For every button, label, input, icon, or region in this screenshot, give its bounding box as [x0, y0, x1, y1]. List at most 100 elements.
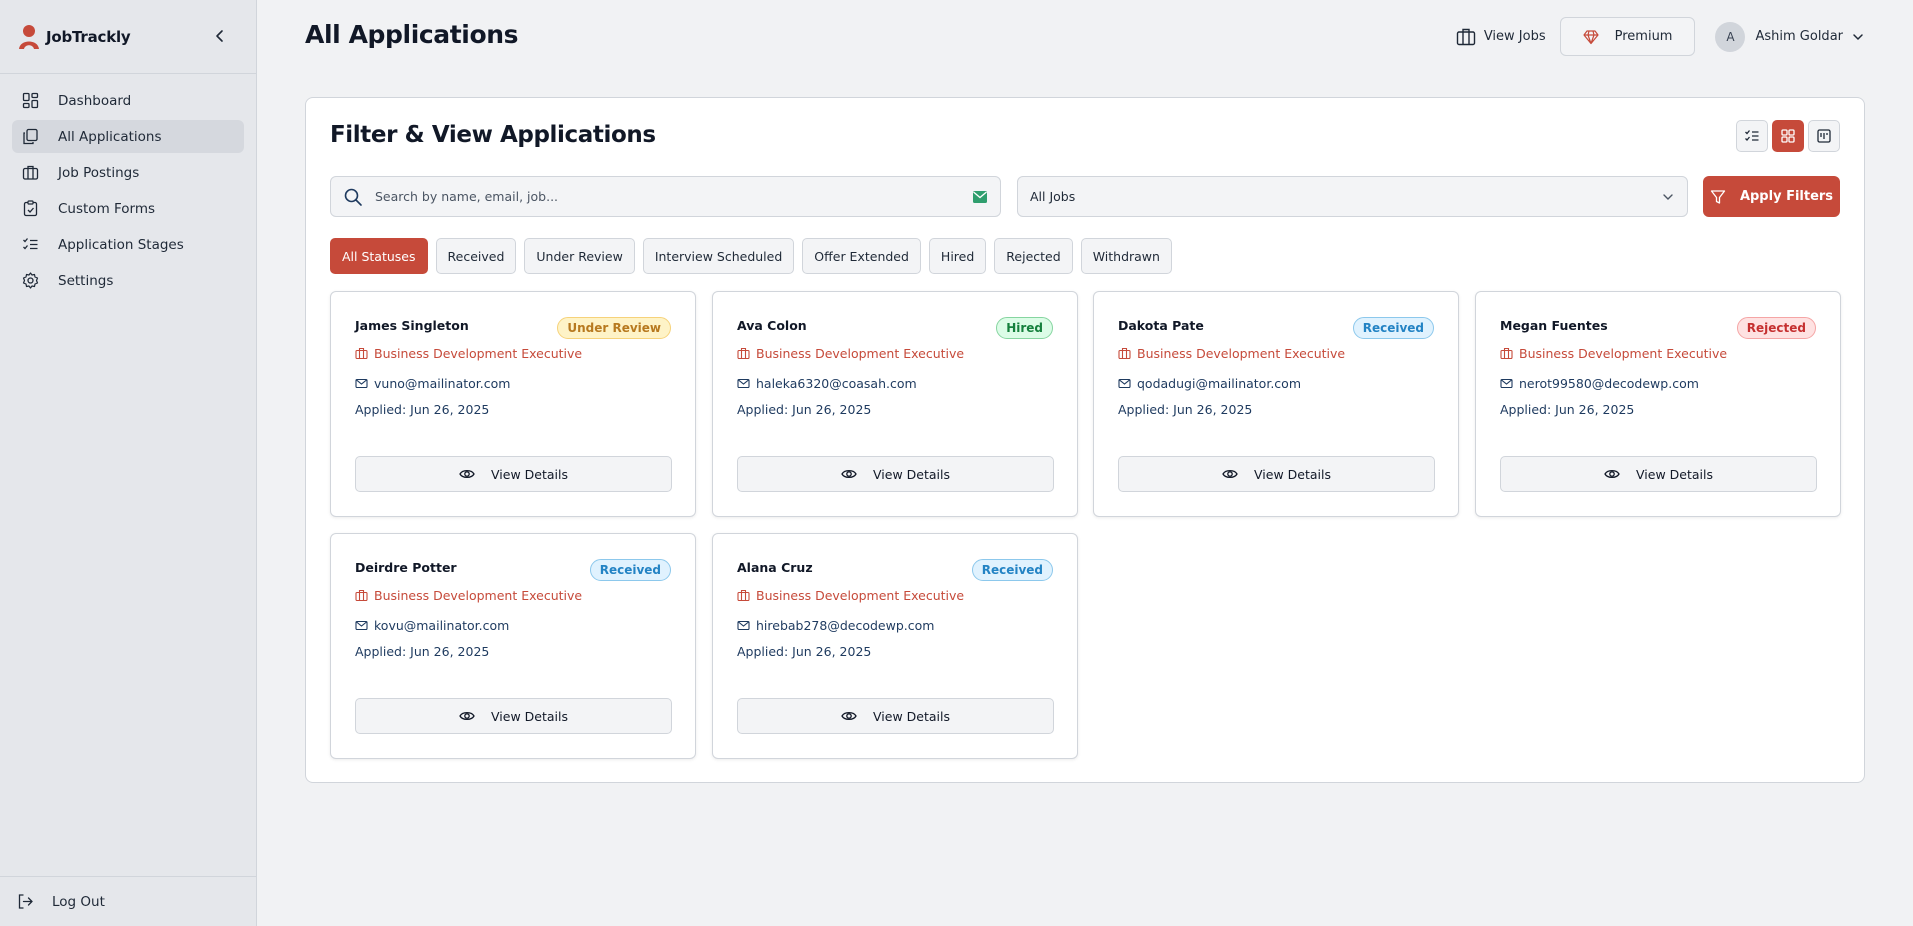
user-menu[interactable]: A Ashim Goldar	[1715, 21, 1865, 52]
view-details-label: View Details	[491, 466, 568, 482]
tab-under-review[interactable]: Under Review	[524, 238, 635, 274]
grid-view-button[interactable]	[1772, 120, 1804, 152]
brand[interactable]: JobTrackly	[0, 0, 256, 74]
kanban-view-button[interactable]	[1808, 120, 1840, 152]
mail-icon	[355, 620, 368, 631]
applied-date: Applied: Jun 26, 2025	[737, 644, 872, 659]
status-badge: Received	[1352, 317, 1434, 339]
view-details-button[interactable]: View Details	[1500, 456, 1817, 492]
logout-button[interactable]: Log Out	[0, 876, 257, 926]
application-card: Deirdre Potter Received Business Develop…	[330, 533, 696, 759]
sidebar-item-job-postings[interactable]: Job Postings	[12, 156, 244, 189]
view-details-button[interactable]: View Details	[355, 456, 672, 492]
applicant-name: Deirdre Potter	[355, 560, 457, 575]
search-icon	[344, 188, 362, 206]
tab-withdrawn[interactable]: Withdrawn	[1080, 238, 1172, 274]
applicant-name: Ava Colon	[737, 318, 807, 333]
sidebar-item-all-applications[interactable]: All Applications	[12, 120, 244, 153]
briefcase-icon	[737, 347, 750, 360]
apply-filters-button[interactable]: Apply Filters	[1703, 176, 1840, 217]
applicant-email: kovu@mailinator.com	[355, 618, 509, 633]
eye-icon	[1604, 469, 1620, 479]
page-title: All Applications	[305, 20, 519, 49]
view-details-label: View Details	[873, 708, 950, 724]
sidebar-item-application-stages[interactable]: Application Stages	[12, 228, 244, 261]
mail-icon	[737, 378, 750, 389]
email-label: nerot99580@decodewp.com	[1519, 376, 1699, 391]
tab-rejected[interactable]: Rejected	[994, 238, 1073, 274]
list-checks-icon	[1745, 130, 1759, 141]
job-role: Business Development Executive	[1500, 346, 1727, 361]
status-badge: Received	[589, 559, 671, 581]
applied-date: Applied: Jun 26, 2025	[355, 644, 490, 659]
view-jobs-link[interactable]: View Jobs	[1456, 27, 1546, 47]
view-details-label: View Details	[1636, 466, 1713, 482]
copy-icon	[23, 128, 38, 145]
search-input[interactable]	[375, 189, 964, 204]
view-details-button[interactable]: View Details	[1118, 456, 1435, 492]
job-role: Business Development Executive	[1118, 346, 1345, 361]
premium-button[interactable]: Premium	[1559, 17, 1696, 56]
briefcase-icon	[22, 165, 39, 180]
job-role-label: Business Development Executive	[1137, 346, 1346, 361]
briefcase-icon	[1500, 347, 1513, 360]
applied-date: Applied: Jun 26, 2025	[355, 402, 490, 417]
grid-icon	[1781, 129, 1795, 143]
view-details-button[interactable]: View Details	[737, 456, 1054, 492]
tab-interview-scheduled[interactable]: Interview Scheduled	[642, 238, 795, 274]
header-actions: View Jobs Premium A Ashim Goldar	[1456, 17, 1865, 56]
jobs-select[interactable]: All Jobs	[1017, 176, 1688, 217]
email-label: hirebab278@decodewp.com	[756, 618, 935, 633]
chevron-left-icon[interactable]	[212, 28, 228, 44]
sidebar: JobTrackly Dashboard All Applications Jo…	[0, 0, 257, 926]
application-card: Dakota Pate Received Business Developmen…	[1093, 291, 1459, 517]
view-details-button[interactable]: View Details	[737, 698, 1054, 734]
applied-date: Applied: Jun 26, 2025	[737, 402, 872, 417]
sidebar-item-label: Application Stages	[58, 236, 184, 253]
briefcase-icon	[1118, 347, 1131, 360]
panel-title: Filter & View Applications	[330, 122, 656, 148]
filter-icon	[1710, 189, 1726, 204]
view-details-button[interactable]: View Details	[355, 698, 672, 734]
mail-icon	[1118, 378, 1131, 389]
eye-icon	[1222, 469, 1238, 479]
list-view-button[interactable]	[1736, 120, 1768, 152]
mail-icon	[737, 620, 750, 631]
filter-panel: Filter & View Applications Search by nam…	[305, 97, 1865, 783]
premium-label: Premium	[1614, 29, 1673, 44]
job-role: Business Development Executive	[355, 346, 582, 361]
applicant-name: James Singleton	[355, 318, 469, 333]
sidebar-item-dashboard[interactable]: Dashboard	[12, 84, 244, 117]
search-field	[330, 176, 1001, 217]
job-role: Business Development Executive	[737, 346, 964, 361]
job-role-label: Business Development Executive	[756, 588, 965, 603]
dashboard-icon	[22, 92, 39, 109]
logo-icon	[19, 24, 39, 49]
clipboard-icon	[23, 200, 38, 217]
status-tabs: All Statuses Received Under Review Inter…	[330, 238, 1172, 274]
tab-received[interactable]: Received	[435, 238, 517, 274]
list-checks-icon	[23, 238, 38, 250]
logout-icon	[18, 894, 33, 909]
tab-all-statuses[interactable]: All Statuses	[330, 238, 428, 274]
briefcase-icon	[355, 589, 368, 602]
job-role-label: Business Development Executive	[1519, 346, 1728, 361]
applicant-name: Alana Cruz	[737, 560, 813, 575]
eye-icon	[841, 469, 857, 479]
application-card: Ava Colon Hired Business Development Exe…	[712, 291, 1078, 517]
tab-offer-extended[interactable]: Offer Extended	[802, 238, 921, 274]
view-details-label: View Details	[873, 466, 950, 482]
mail-icon	[1500, 378, 1513, 389]
tab-hired[interactable]: Hired	[928, 238, 987, 274]
sidebar-item-custom-forms[interactable]: Custom Forms	[12, 192, 244, 225]
jobs-select-value: All Jobs	[1030, 189, 1076, 204]
view-details-label: View Details	[1254, 466, 1331, 482]
brand-name: JobTrackly	[46, 27, 131, 46]
email-label: qodadugi@mailinator.com	[1137, 376, 1301, 391]
mail-extension-icon[interactable]	[972, 190, 988, 204]
applicant-email: qodadugi@mailinator.com	[1118, 376, 1301, 391]
chevron-down-icon	[1663, 193, 1673, 200]
gem-icon	[1583, 29, 1599, 44]
sidebar-item-settings[interactable]: Settings	[12, 264, 244, 297]
applicant-email: haleka6320@coasah.com	[737, 376, 917, 391]
